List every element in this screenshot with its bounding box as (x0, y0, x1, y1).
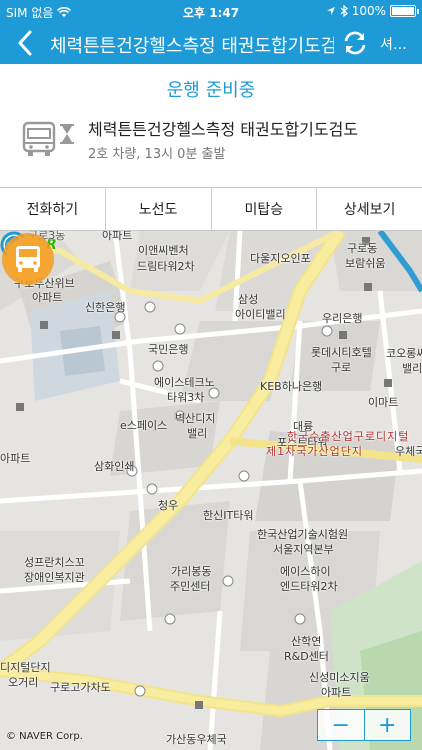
map-label: 구로동 (347, 242, 378, 255)
map-label: 삼성 (238, 293, 259, 306)
details-button[interactable]: 상세보기 (317, 188, 422, 230)
battery-icon (390, 5, 419, 17)
map-label: 에이스하이 (280, 565, 331, 578)
map-label: 코오롱싸 (386, 347, 422, 360)
map-label: 서울지역본부 (273, 543, 334, 556)
map-label: 국민은행 (148, 343, 189, 356)
route-schedule: 2호 차량, 13시 0분 출발 (88, 147, 226, 162)
map-label: 한국수출산업구로디지털 (287, 430, 410, 443)
nav-more-button[interactable]: 셔… (380, 34, 407, 54)
map-label: 한신IT타워 (203, 509, 254, 522)
refresh-icon (344, 31, 366, 55)
route-map-button[interactable]: 노선도 (106, 188, 212, 230)
map-label: 성프란치스꼬 (24, 556, 85, 569)
map-label: 다울지오인포 (250, 252, 311, 265)
location-icon (326, 7, 335, 15)
map-label: 밸리 (187, 427, 208, 440)
hourglass-icon (60, 124, 74, 144)
map-label: 아파트 (102, 231, 133, 242)
map-label: 제1차국가산업단지 (266, 445, 363, 458)
status-bar: SIM 없음 오후 1:47 100% (0, 0, 422, 22)
map-label: 우체국 (395, 445, 422, 458)
nav-title: 체력튼튼건강헬스측정 태권도합기도검도 (50, 36, 334, 57)
operation-status: 운행 준비중 (166, 80, 256, 101)
map-label: 아파트 (32, 291, 63, 304)
map-label: 이마트 (368, 396, 399, 409)
map-label: 아파트 (0, 452, 31, 465)
map-label: 구로 (331, 361, 352, 374)
not-boarded-button[interactable]: 미탑승 (212, 188, 318, 230)
zoom-out-button[interactable]: − (318, 710, 365, 740)
map-label: R&D센터 (284, 650, 329, 663)
map-label: 장애인복지관 (24, 571, 85, 584)
map-label: 엔드타워2차 (280, 580, 338, 593)
bluetooth-icon (340, 5, 348, 17)
call-button[interactable]: 전화하기 (0, 188, 106, 230)
status-right: 100% (326, 4, 419, 18)
map-label: 밸리 (402, 362, 422, 375)
map-label: KEB하나은행 (260, 380, 323, 393)
map-label: 아이티밸리 (235, 308, 286, 321)
map-label: 신성미소지움 (309, 671, 370, 684)
map-label: 디지털단지 (0, 661, 51, 674)
nav-bar: 체력튼튼건강헬스측정 태권도합기도검도 셔… (0, 22, 422, 64)
map-label: 산학연 (291, 635, 322, 648)
map-label: e스페이스 (120, 419, 168, 432)
map-label: 아파트 (321, 686, 352, 699)
map-label: 이앤씨벤처 (138, 244, 189, 257)
map-label: 주민센터 (170, 580, 211, 593)
map-label: 오거리 (8, 676, 39, 689)
bus-icon (22, 121, 56, 156)
map-label: 청우 (158, 499, 179, 512)
map-label: 신한은행 (85, 301, 126, 314)
back-chevron-icon (18, 30, 32, 56)
map-label: 가리봉동 (171, 565, 212, 578)
map-label: 타워3차 (167, 391, 205, 404)
map-label: 가산동우체국 (166, 733, 227, 746)
battery-percent: 100% (351, 4, 386, 18)
route-name: 체력튼튼건강헬스측정 태권도합기도검도 (88, 120, 359, 139)
map-label: 삼화인쇄 (94, 460, 135, 473)
map-label: 구로고가차도 (50, 681, 111, 694)
action-bar: 전화하기 노선도 미탑승 상세보기 (0, 187, 422, 231)
zoom-in-button[interactable]: + (365, 710, 411, 740)
refresh-button[interactable] (339, 27, 371, 59)
info-panel: 운행 준비중 체력튼튼건강헬스측정 태권도합기도검도 2호 차량, 13시 0분… (0, 64, 422, 187)
bus-location-pin[interactable] (0, 231, 58, 289)
map-copyright: © NAVER Corp. (6, 731, 83, 742)
map-view[interactable]: NAVER 구로3동 아파트 이앤씨벤처 드림타워2차 다울지오인포 구로동 보… (0, 231, 422, 750)
map-label: 롯데시티호텔 (311, 346, 372, 359)
map-label: 드림타워2차 (137, 260, 195, 273)
back-button[interactable] (8, 26, 42, 60)
map-label: 우리은행 (322, 312, 363, 325)
map-label: 에이스테크노 (154, 376, 215, 389)
map-label: 벽산디지 (175, 412, 216, 425)
zoom-control: − + (317, 709, 411, 741)
map-label: 한국산업기술시험원 (257, 528, 349, 541)
battery-fill (392, 7, 414, 15)
map-label: 보람쉬움 (345, 257, 386, 270)
